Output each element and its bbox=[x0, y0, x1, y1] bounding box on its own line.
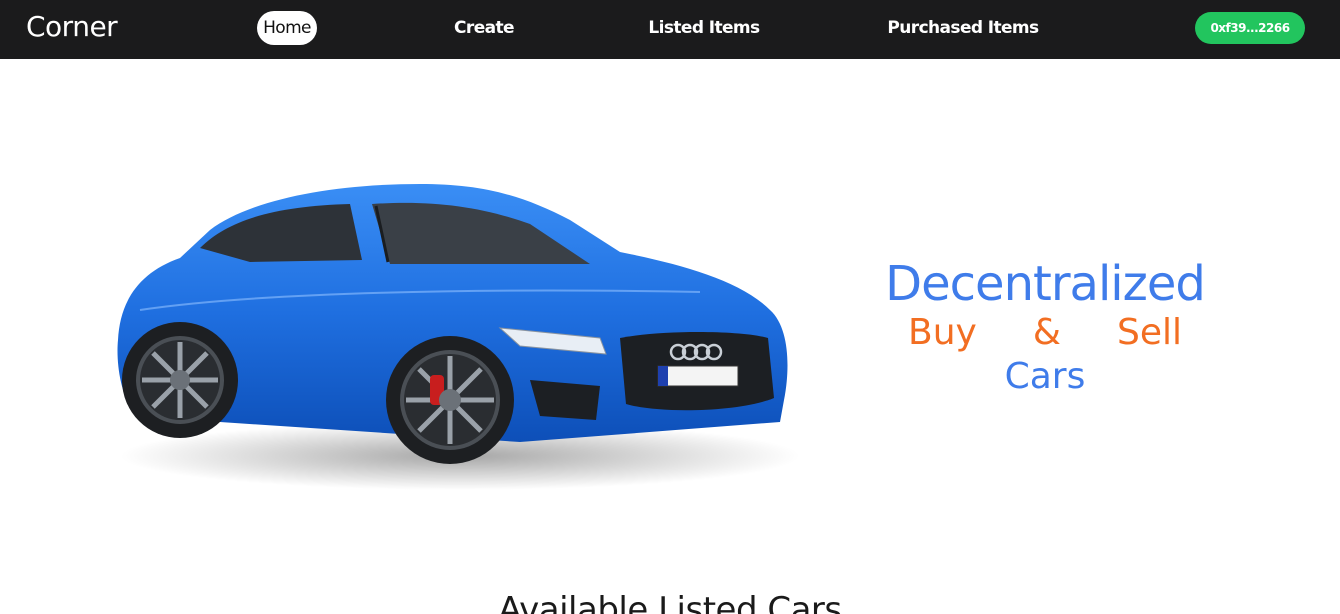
nav-home-link[interactable]: Home bbox=[257, 11, 317, 45]
navbar: Corner Home Create Listed Items Purchase… bbox=[0, 0, 1340, 59]
nav-purchased-items-link[interactable]: Purchased Items bbox=[880, 11, 1046, 45]
hero-text: Decentralized Buy & Sell Cars bbox=[870, 256, 1220, 400]
car-icon bbox=[117, 184, 800, 490]
nav-listed-items-link[interactable]: Listed Items bbox=[640, 11, 768, 45]
hero-word-buy: Buy bbox=[908, 312, 977, 353]
hero-word-sell: Sell bbox=[1116, 312, 1182, 353]
hero-word-cars: Cars bbox=[1004, 356, 1086, 397]
brand-logo[interactable]: Corner bbox=[26, 10, 118, 43]
hero-subtitle: Buy & Sell bbox=[870, 312, 1220, 354]
hero-title: Decentralized bbox=[885, 256, 1206, 312]
nav-create-link[interactable]: Create bbox=[440, 11, 528, 45]
hero-word-and: & bbox=[1032, 312, 1061, 353]
wallet-address-button[interactable]: 0xf39...2266 bbox=[1195, 12, 1305, 44]
section-title: Available Listed Cars bbox=[498, 590, 842, 614]
